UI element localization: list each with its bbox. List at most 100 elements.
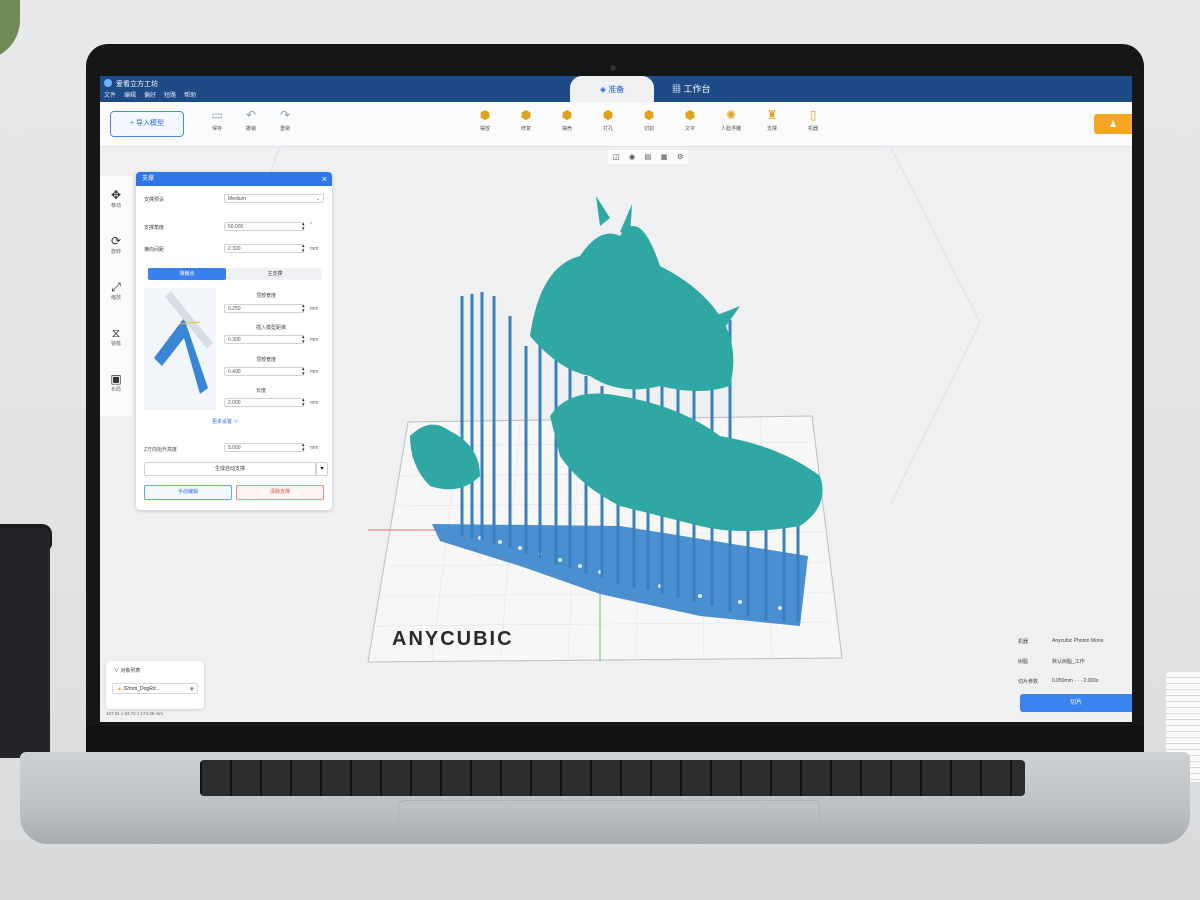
layout-button[interactable]: ⬢ 摆放: [472, 107, 498, 132]
face-relief-button[interactable]: ✺ 人脸浮雕: [718, 107, 744, 132]
punch-icon: ⬢: [602, 108, 614, 122]
desk-cup: [0, 528, 50, 758]
field-stepper-3[interactable]: ▴ ▾: [302, 367, 305, 377]
repair-icon: ⬢: [520, 108, 532, 122]
tab-contact-point[interactable]: 接触点: [148, 268, 226, 280]
density-unit: mm: [310, 246, 319, 252]
tab-workbench[interactable]: ▦ 工作台: [672, 82, 711, 95]
eye-icon[interactable]: ◉: [629, 153, 635, 161]
lift-input[interactable]: 5.000: [224, 443, 304, 452]
redo-button[interactable]: ↷ 重做: [272, 107, 298, 132]
punch-button[interactable]: ⬢ 打孔: [595, 107, 621, 132]
mirror-tool[interactable]: ⧖ 镜像: [100, 326, 132, 347]
menu-help[interactable]: 帮助: [184, 90, 196, 99]
lift-stepper[interactable]: ▴ ▾: [302, 443, 305, 453]
cube-icon[interactable]: ◫: [613, 153, 620, 161]
grid-icon[interactable]: ▦: [661, 153, 668, 161]
field-unit-1: mm: [310, 306, 319, 312]
field-input-3[interactable]: 0.400: [224, 367, 304, 376]
import-model-button[interactable]: + 导入模型: [110, 111, 184, 137]
object-dimensions: 167.51 x 93.72 x 174.38 mm: [106, 711, 164, 716]
preset-select[interactable]: Medium ⌄: [224, 194, 324, 203]
grid-tab-icon: ▦: [672, 84, 684, 94]
hollow-icon: ⬢: [561, 108, 573, 122]
field-unit-2: mm: [310, 337, 319, 343]
slice-button[interactable]: 切片: [1020, 694, 1132, 712]
object-list-title: ∨ 对象列表: [114, 668, 141, 674]
support-panel-header: 支撑 ×: [136, 172, 332, 186]
move-tool[interactable]: ✥ 移动: [100, 188, 132, 209]
undo-button[interactable]: ↶ 撤销: [238, 107, 264, 132]
lift-label: Z方向抬升高度: [144, 447, 178, 453]
angle-label: 支撑角度: [144, 225, 165, 231]
user-button[interactable]: ♟: [1094, 114, 1132, 134]
user-icon: ♟: [1108, 119, 1118, 129]
close-icon[interactable]: ×: [322, 172, 327, 186]
app-logo-icon: [104, 79, 112, 87]
density-stepper[interactable]: ▴ ▾: [302, 244, 305, 254]
auto-support-dropdown[interactable]: ▾: [316, 462, 328, 476]
machine-label: 机器: [1018, 639, 1029, 645]
field-input-1[interactable]: 0.250: [224, 304, 304, 313]
field-stepper-4[interactable]: ▴ ▾: [302, 398, 305, 408]
field-input-2[interactable]: 0.300: [224, 335, 304, 344]
menu-shortcut[interactable]: 短路: [164, 90, 176, 99]
field-label-3: 顶部宽度: [256, 357, 277, 363]
menu-edit[interactable]: 编辑: [124, 90, 136, 99]
resin-label: 树脂: [1018, 659, 1029, 665]
layers-icon[interactable]: ▤: [645, 153, 652, 161]
field-label-4: 长度: [256, 388, 267, 394]
support-button[interactable]: ♜ 支撑: [759, 107, 785, 132]
left-toolbar: ✥ 移动 ⟳ 旋转 ⤢ 缩放 ⧖ 镜像 ▣ 布局: [100, 176, 132, 416]
text-icon: ⬢: [684, 108, 696, 122]
machine-value[interactable]: Anycubic Photon Mono: [1052, 638, 1103, 644]
angle-input[interactable]: 50.000: [224, 222, 304, 231]
layout-tool[interactable]: ▣ 布局: [100, 372, 132, 393]
machine-button[interactable]: ▯ 机器: [800, 107, 826, 132]
view-toolbar: ◫ ◉ ▤ ▦ ⚙: [608, 150, 688, 164]
object-list-item[interactable]: ▲ 32mm_DogRd... ◉: [112, 683, 198, 694]
cut-icon: ⬢: [643, 108, 655, 122]
menu-bar: 文件 编辑 偏好 短路 帮助: [104, 90, 196, 99]
support-icon: ♜: [766, 108, 778, 122]
field-stepper-2[interactable]: ▴ ▾: [302, 335, 305, 345]
repair-button[interactable]: ⬢ 修复: [513, 107, 539, 132]
scale-icon: ⤢: [111, 280, 121, 294]
text-button[interactable]: ⬢ 文字: [677, 107, 703, 132]
scale-tool[interactable]: ⤢ 缩放: [100, 280, 132, 301]
save-button[interactable]: ▭ 保存: [204, 107, 230, 132]
gear-icon[interactable]: ⚙: [677, 153, 683, 161]
density-label: 横向间距: [144, 247, 165, 253]
eye-visibility-icon[interactable]: ◉: [190, 684, 194, 695]
object-list-panel: ∨ 对象列表 ▲ 32mm_DogRd... ◉: [106, 661, 204, 709]
menu-file[interactable]: 文件: [104, 90, 116, 99]
app-screen: 爱看立方工坊 文件 编辑 偏好 短路 帮助 ◈ 准备 ▦ 工作台 + 导入模型 …: [100, 76, 1132, 722]
rotate-tool[interactable]: ⟳ 旋转: [100, 234, 132, 255]
manual-edit-button[interactable]: 手动编辑: [144, 485, 232, 500]
clear-support-button[interactable]: 清除支撑: [236, 485, 324, 500]
cut-button[interactable]: ⬢ 切割: [636, 107, 662, 132]
hollow-button[interactable]: ⬢ 抽壳: [554, 107, 580, 132]
angle-unit: °: [310, 222, 312, 228]
angle-stepper[interactable]: ▴ ▾: [302, 222, 305, 232]
resin-value[interactable]: 默认树脂_工作: [1052, 658, 1085, 665]
rotate-icon: ⟳: [110, 234, 122, 248]
chevron-down-icon: ⌄: [315, 196, 320, 202]
field-stepper-1[interactable]: ▴ ▾: [302, 304, 305, 314]
density-input[interactable]: 2.300: [224, 244, 304, 253]
tab-main-support[interactable]: 主支撑: [228, 268, 322, 280]
field-input-4[interactable]: 2.000: [224, 398, 304, 407]
brand-watermark: ANYCUBIC: [392, 628, 514, 650]
field-label-2: 插入模型距离: [256, 325, 287, 331]
slice-params-label: 切片参数: [1018, 679, 1039, 685]
layout-tool-icon: ▣: [110, 372, 122, 386]
app-title: 爱看立方工坊: [116, 81, 158, 88]
menu-prefs[interactable]: 偏好: [144, 90, 156, 99]
support-panel: 支撑 × 支撑预设 Medium ⌄ 支撑角度 50.000 ▴ ▾ ° 横向间距…: [136, 172, 332, 510]
tab-prepare[interactable]: ◈ 准备: [570, 76, 654, 102]
field-unit-4: mm: [310, 400, 319, 406]
auto-support-button[interactable]: 生成自动支撑: [144, 462, 316, 476]
preset-label: 支撑预设: [144, 197, 165, 203]
slice-params-value[interactable]: 0.050mm · · · 2.000s: [1052, 678, 1098, 684]
more-settings-link[interactable]: 更多设置 ∨: [212, 418, 238, 425]
